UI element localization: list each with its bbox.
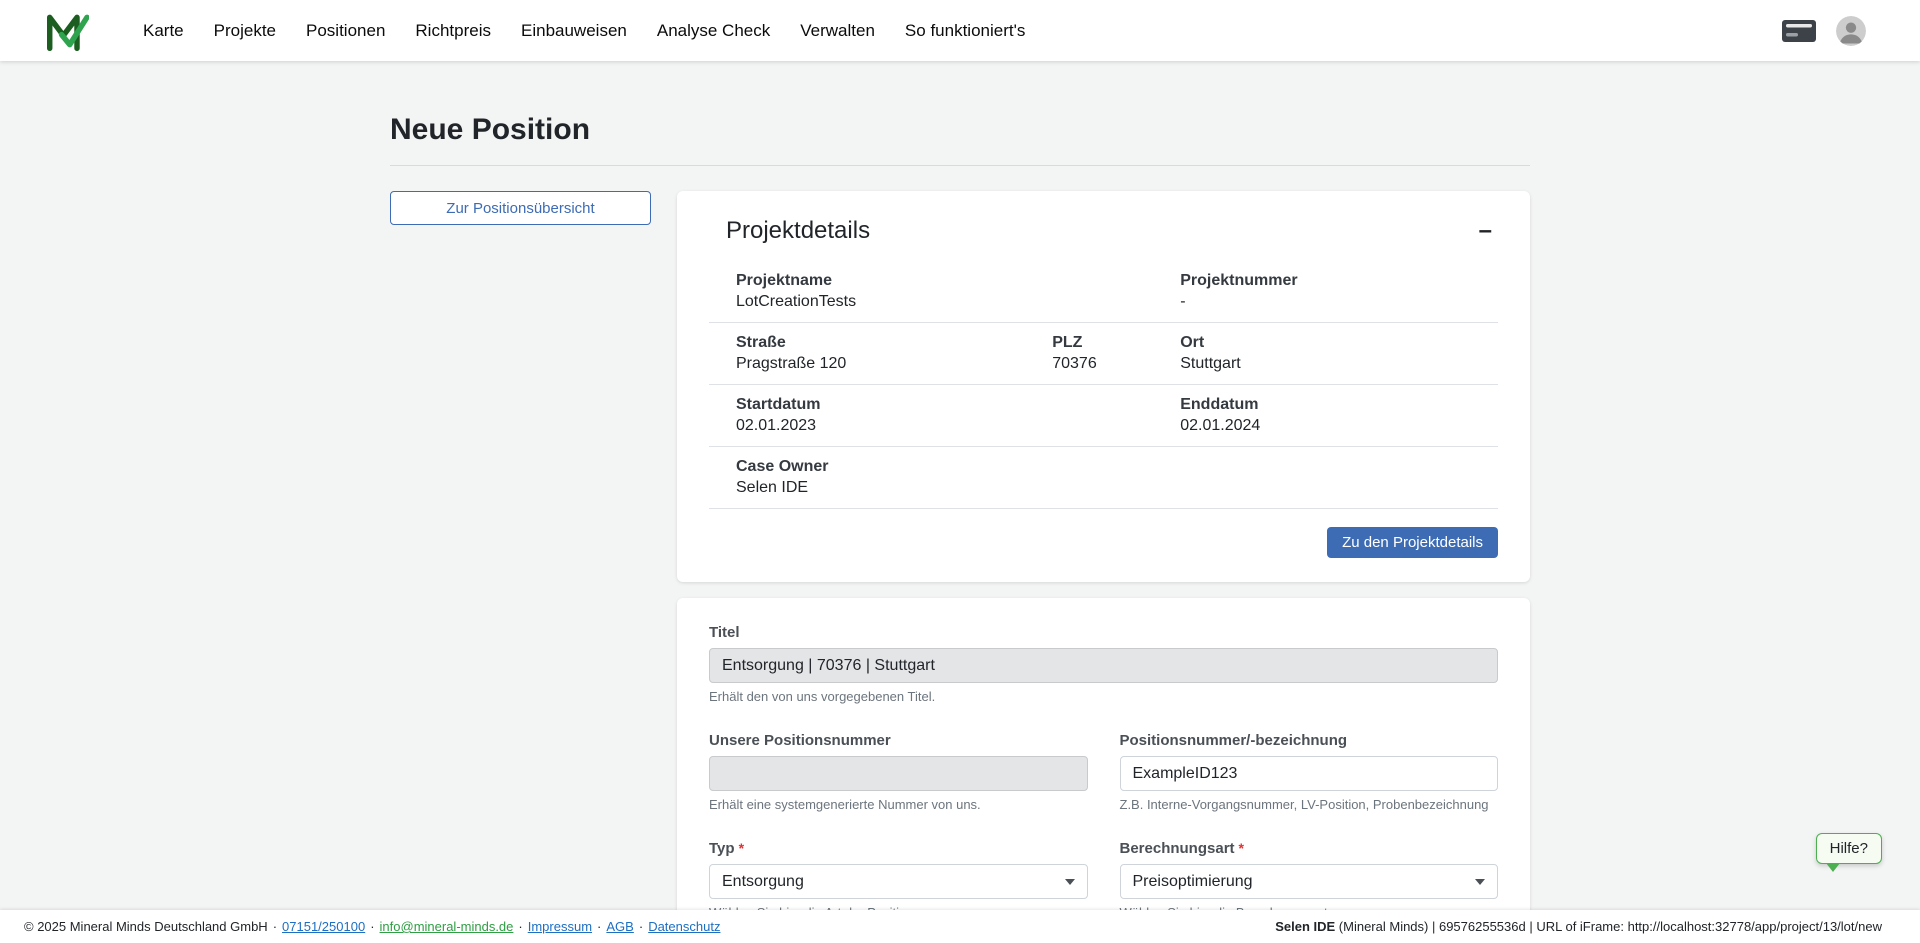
- back-to-positions-button[interactable]: Zur Positionsübersicht: [390, 191, 651, 225]
- chevron-down-icon: [1475, 879, 1485, 885]
- footer-copyright: © 2025 Mineral Minds Deutschland GmbH: [24, 919, 268, 934]
- titel-field: Titel Erhält den von uns vorgegebenen Ti…: [709, 624, 1498, 704]
- field-value: Pragstraße 120: [736, 355, 1052, 373]
- footer-email-link[interactable]: info@mineral-minds.de: [380, 919, 514, 934]
- nav-item-karte[interactable]: Karte: [143, 21, 184, 41]
- navbar: Karte Projekte Positionen Richtpreis Ein…: [0, 0, 1920, 61]
- unsere-positionsnummer-input: [709, 756, 1088, 791]
- footer-separator: ·: [639, 919, 643, 934]
- field-case-owner: Case Owner Selen IDE: [736, 458, 1498, 497]
- mineral-minds-logo[interactable]: [45, 11, 89, 51]
- typ-select[interactable]: Entsorgung: [709, 864, 1088, 899]
- field-label: Projektname: [736, 272, 1180, 290]
- field-value: Stuttgart: [1180, 355, 1498, 373]
- nav-item-so-funktionierts[interactable]: So funktioniert's: [905, 21, 1025, 41]
- unsere-positionsnummer-help: Erhält eine systemgenerierte Nummer von …: [709, 797, 1088, 812]
- nav-item-richtpreis[interactable]: Richtpreis: [415, 21, 491, 41]
- position-form-card: Titel Erhält den von uns vorgegebenen Ti…: [677, 598, 1530, 943]
- logo-m-icon: [45, 11, 89, 51]
- field-plz: PLZ 70376: [1052, 334, 1180, 373]
- footer-separator: ·: [518, 919, 522, 934]
- footer-user-name: Selen IDE: [1275, 919, 1335, 934]
- field-label: PLZ: [1052, 334, 1180, 352]
- typ-select-value: Entsorgung: [722, 873, 804, 891]
- help-button[interactable]: Hilfe?: [1816, 833, 1882, 864]
- field-label: Straße: [736, 334, 1052, 352]
- field-value: -: [1180, 293, 1498, 311]
- table-row: Projektname LotCreationTests Projektnumm…: [709, 261, 1498, 323]
- server-stack-icon[interactable]: [1782, 20, 1816, 42]
- positionsnummer-help: Z.B. Interne-Vorgangsnummer, LV-Position…: [1120, 797, 1499, 812]
- footer-user-info: Selen IDE (Mineral Minds) | 69576255536d…: [1275, 919, 1882, 934]
- user-avatar[interactable]: [1836, 16, 1866, 46]
- nav-item-einbauweisen[interactable]: Einbauweisen: [521, 21, 627, 41]
- nav-item-verwalten[interactable]: Verwalten: [800, 21, 875, 41]
- field-value: 70376: [1052, 355, 1180, 373]
- footer-separator: ·: [597, 919, 601, 934]
- nav-item-projekte[interactable]: Projekte: [214, 21, 276, 41]
- footer-datenschutz-link[interactable]: Datenschutz: [648, 919, 720, 934]
- titel-help: Erhält den von uns vorgegebenen Titel.: [709, 689, 1498, 704]
- titel-input: [709, 648, 1498, 683]
- berechnungsart-label: Berechnungsart*: [1120, 840, 1499, 857]
- navbar-right: [1782, 16, 1866, 46]
- person-icon: [1836, 16, 1866, 46]
- left-column: Zur Positionsübersicht: [390, 191, 651, 225]
- field-label: Startdatum: [736, 396, 1180, 414]
- footer: © 2025 Mineral Minds Deutschland GmbH · …: [0, 910, 1920, 943]
- project-details-title: Projektdetails: [726, 217, 870, 245]
- positionsnummer-label: Positionsnummer/-bezeichnung: [1120, 732, 1499, 749]
- main-nav: Karte Projekte Positionen Richtpreis Ein…: [143, 21, 1782, 41]
- project-details-table: Projektname LotCreationTests Projektnumm…: [709, 261, 1498, 509]
- berechnungsart-field: Berechnungsart* Preisoptimierung Wählen …: [1120, 840, 1499, 920]
- main-content: Neue Position Zur Positionsübersicht Pro…: [0, 61, 1920, 943]
- field-value: 02.01.2024: [1180, 417, 1498, 435]
- page-title: Neue Position: [390, 113, 1530, 147]
- chevron-down-icon: [1065, 879, 1075, 885]
- typ-label: Typ*: [709, 840, 1088, 857]
- table-row: Startdatum 02.01.2023 Enddatum 02.01.202…: [709, 385, 1498, 447]
- field-startdatum: Startdatum 02.01.2023: [736, 396, 1180, 435]
- field-value: Selen IDE: [736, 479, 1498, 497]
- footer-phone-link[interactable]: 07151/250100: [282, 919, 365, 934]
- typ-field: Typ* Entsorgung Wählen Sie hier die Art …: [709, 840, 1088, 920]
- field-projektname: Projektname LotCreationTests: [736, 272, 1180, 311]
- footer-separator: ·: [370, 919, 374, 934]
- unsere-positionsnummer-label: Unsere Positionsnummer: [709, 732, 1088, 749]
- titel-label: Titel: [709, 624, 1498, 641]
- nav-item-positionen[interactable]: Positionen: [306, 21, 385, 41]
- required-asterisk: *: [739, 840, 744, 856]
- right-column: Projektdetails – Projektname LotCreation…: [677, 191, 1530, 943]
- field-strasse: Straße Pragstraße 120: [736, 334, 1052, 373]
- berechnungsart-select-value: Preisoptimierung: [1133, 873, 1253, 891]
- berechnungsart-select[interactable]: Preisoptimierung: [1120, 864, 1499, 899]
- project-details-card: Projektdetails – Projektname LotCreation…: [677, 191, 1530, 582]
- field-label: Enddatum: [1180, 396, 1498, 414]
- field-label: Projektnummer: [1180, 272, 1498, 290]
- table-row: Straße Pragstraße 120 PLZ 70376 Ort Stut…: [709, 323, 1498, 385]
- field-label: Ort: [1180, 334, 1498, 352]
- project-details-button[interactable]: Zu den Projektdetails: [1327, 527, 1498, 558]
- field-projektnummer: Projektnummer -: [1180, 272, 1498, 311]
- footer-user-details: (Mineral Minds) | 69576255536d | URL of …: [1335, 919, 1882, 934]
- field-label: Case Owner: [736, 458, 1498, 476]
- field-enddatum: Enddatum 02.01.2024: [1180, 396, 1498, 435]
- collapse-button[interactable]: –: [1473, 219, 1498, 243]
- table-row: Case Owner Selen IDE: [709, 447, 1498, 509]
- field-value: LotCreationTests: [736, 293, 1180, 311]
- help-button-label: Hilfe?: [1830, 840, 1868, 857]
- unsere-positionsnummer-field: Unsere Positionsnummer Erhält eine syste…: [709, 732, 1088, 812]
- footer-impressum-link[interactable]: Impressum: [528, 919, 592, 934]
- title-divider: [390, 165, 1530, 166]
- footer-agb-link[interactable]: AGB: [606, 919, 633, 934]
- positionsnummer-input[interactable]: [1120, 756, 1499, 791]
- footer-separator: ·: [273, 919, 277, 934]
- field-ort: Ort Stuttgart: [1180, 334, 1498, 373]
- required-asterisk: *: [1239, 840, 1244, 856]
- positionsnummer-field: Positionsnummer/-bezeichnung Z.B. Intern…: [1120, 732, 1499, 812]
- field-value: 02.01.2023: [736, 417, 1180, 435]
- nav-item-analyse-check[interactable]: Analyse Check: [657, 21, 770, 41]
